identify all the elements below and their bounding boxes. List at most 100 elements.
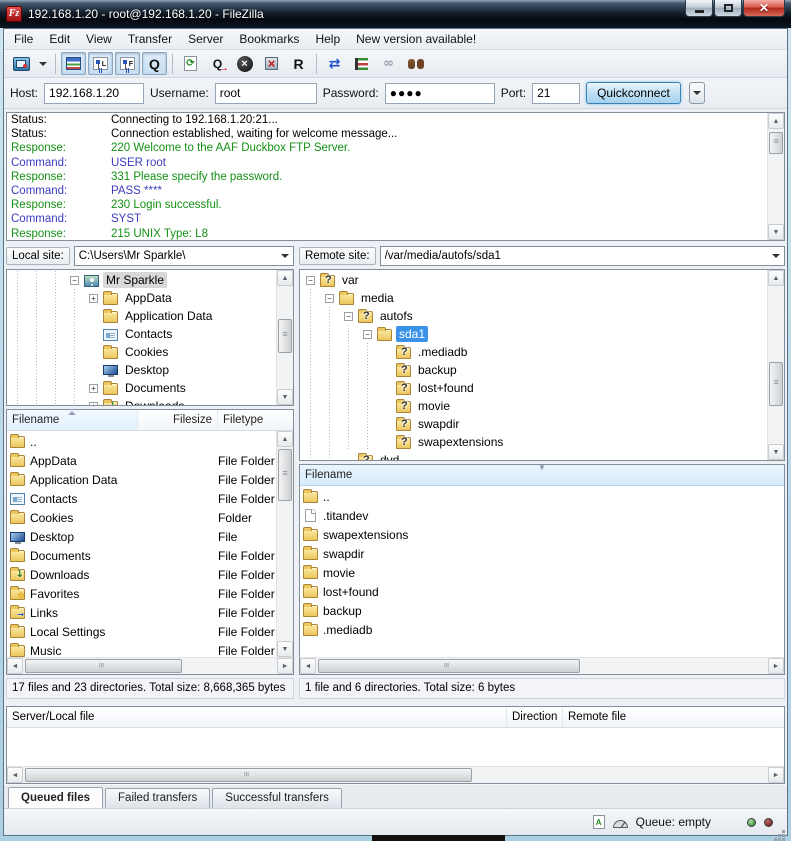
tree-item[interactable]: +AppData: [8, 289, 276, 307]
file-row[interactable]: DocumentsFile Folder: [7, 546, 276, 565]
scroll-left-icon[interactable]: ◄: [7, 767, 23, 783]
collapse-icon[interactable]: −: [344, 312, 353, 321]
process-queue-button[interactable]: Q: [205, 52, 230, 75]
tree-twist[interactable]: −: [65, 271, 84, 289]
queue-column-server-local-file[interactable]: Server/Local file: [7, 707, 507, 727]
collapse-icon[interactable]: −: [325, 294, 334, 303]
tree-item[interactable]: movie: [301, 397, 767, 415]
username-input[interactable]: [215, 83, 317, 104]
local-list-hscrollbar[interactable]: ◄ ►: [7, 657, 293, 674]
tab-successful-transfers[interactable]: Successful transfers: [212, 788, 342, 808]
menu-item-new-version-available[interactable]: New version available!: [348, 30, 484, 48]
scroll-right-icon[interactable]: ►: [277, 658, 293, 674]
expand-icon[interactable]: +: [89, 294, 98, 303]
close-button[interactable]: ✕: [743, 0, 785, 17]
tree-item[interactable]: Desktop: [8, 361, 276, 379]
file-row[interactable]: ContactsFile Folder: [7, 489, 276, 508]
column-header-filesize[interactable]: Filesize: [138, 410, 218, 430]
tree-item[interactable]: Application Data: [8, 307, 276, 325]
tree-twist[interactable]: −: [339, 307, 358, 325]
local-tree-scrollbar[interactable]: ▲ ▼: [276, 270, 293, 405]
scroll-down-icon[interactable]: ▼: [277, 389, 293, 405]
tree-item[interactable]: Cookies: [8, 343, 276, 361]
find-files-button[interactable]: [403, 52, 428, 75]
tree-twist[interactable]: +: [84, 397, 103, 405]
file-row[interactable]: backup: [300, 601, 784, 620]
file-row[interactable]: movie: [300, 563, 784, 582]
file-row[interactable]: lost+found: [300, 582, 784, 601]
local-list-scrollbar[interactable]: ▲ ▼: [276, 431, 293, 657]
file-row[interactable]: ..: [7, 432, 276, 451]
tree-twist[interactable]: −: [358, 325, 377, 343]
synchronized-browsing-button[interactable]: ∞: [376, 52, 401, 75]
tree-item[interactable]: Contacts: [8, 325, 276, 343]
local-site-combo[interactable]: C:\Users\Mr Sparkle\: [74, 246, 294, 266]
file-row[interactable]: MusicFile Folder: [7, 641, 276, 657]
tree-item[interactable]: −Mr Sparkle: [8, 271, 276, 289]
site-manager-button[interactable]: [9, 52, 34, 75]
file-row[interactable]: .mediadb: [300, 620, 784, 639]
scroll-up-icon[interactable]: ▲: [277, 270, 293, 286]
splitter-collapse-icon[interactable]: ▼: [536, 465, 548, 472]
queue-column-direction[interactable]: Direction: [507, 707, 563, 727]
toggle-queue-button[interactable]: Q: [142, 52, 167, 75]
quickconnect-dropdown[interactable]: [689, 82, 705, 104]
collapse-icon[interactable]: −: [363, 330, 372, 339]
file-row[interactable]: swapdir: [300, 544, 784, 563]
menu-item-view[interactable]: View: [78, 30, 120, 48]
maximize-button[interactable]: [714, 0, 742, 17]
port-input[interactable]: [532, 83, 580, 104]
tree-item[interactable]: .mediadb: [301, 343, 767, 361]
tree-item[interactable]: −media: [301, 289, 767, 307]
cancel-operation-button[interactable]: ×: [232, 52, 257, 75]
toggle-message-log-button[interactable]: [61, 52, 86, 75]
scroll-left-icon[interactable]: ◄: [7, 658, 23, 674]
refresh-button[interactable]: ⟳: [178, 52, 203, 75]
file-row[interactable]: .titandev: [300, 506, 784, 525]
compare-directories-button[interactable]: ⇄: [322, 52, 347, 75]
tree-item[interactable]: −var: [301, 271, 767, 289]
tree-twist[interactable]: −: [301, 271, 320, 289]
expand-icon[interactable]: +: [89, 384, 98, 393]
remote-list-hscrollbar[interactable]: ◄ ►: [300, 657, 784, 674]
message-log-scrollbar[interactable]: ▲ ▼: [767, 113, 784, 240]
collapse-icon[interactable]: −: [70, 276, 79, 285]
reconnect-button[interactable]: R: [286, 52, 311, 75]
disconnect-button[interactable]: ×: [259, 52, 284, 75]
file-row[interactable]: DownloadsFile Folder: [7, 565, 276, 584]
password-input[interactable]: [385, 83, 495, 104]
tree-item[interactable]: dvd: [301, 451, 767, 460]
tab-failed-transfers[interactable]: Failed transfers: [105, 788, 210, 808]
collapse-icon[interactable]: −: [306, 276, 315, 285]
tree-item[interactable]: +Documents: [8, 379, 276, 397]
resize-grip[interactable]: [782, 830, 785, 833]
tree-item[interactable]: lost+found: [301, 379, 767, 397]
minimize-button[interactable]: [685, 0, 713, 17]
file-row[interactable]: FavoritesFile Folder: [7, 584, 276, 603]
scroll-left-icon[interactable]: ◄: [300, 658, 316, 674]
tree-twist[interactable]: +: [84, 379, 103, 397]
scroll-up-icon[interactable]: ▲: [277, 431, 293, 447]
column-header-filetype[interactable]: Filetype: [218, 410, 293, 430]
column-header-filename[interactable]: Filename: [7, 410, 138, 430]
scroll-up-icon[interactable]: ▲: [768, 270, 784, 286]
tree-twist[interactable]: −: [320, 289, 339, 307]
tree-item[interactable]: swapdir: [301, 415, 767, 433]
expand-icon[interactable]: +: [89, 402, 98, 406]
directory-comparison-button[interactable]: [349, 52, 374, 75]
scroll-down-icon[interactable]: ▼: [768, 224, 784, 240]
menu-item-edit[interactable]: Edit: [41, 30, 78, 48]
host-input[interactable]: [44, 83, 144, 104]
site-manager-dropdown[interactable]: [36, 52, 50, 75]
menu-item-bookmarks[interactable]: Bookmarks: [231, 30, 307, 48]
file-row[interactable]: ..: [300, 487, 784, 506]
remote-site-combo[interactable]: /var/media/autofs/sda1: [380, 246, 785, 266]
tree-item[interactable]: +Downloads: [8, 397, 276, 405]
quickconnect-button[interactable]: Quickconnect: [586, 82, 681, 104]
file-row[interactable]: Application DataFile Folder: [7, 470, 276, 489]
menu-item-transfer[interactable]: Transfer: [120, 30, 180, 48]
menu-item-server[interactable]: Server: [180, 30, 231, 48]
tree-item[interactable]: −autofs: [301, 307, 767, 325]
file-row[interactable]: AppDataFile Folder: [7, 451, 276, 470]
queue-hscrollbar[interactable]: ◄ ►: [7, 766, 784, 783]
